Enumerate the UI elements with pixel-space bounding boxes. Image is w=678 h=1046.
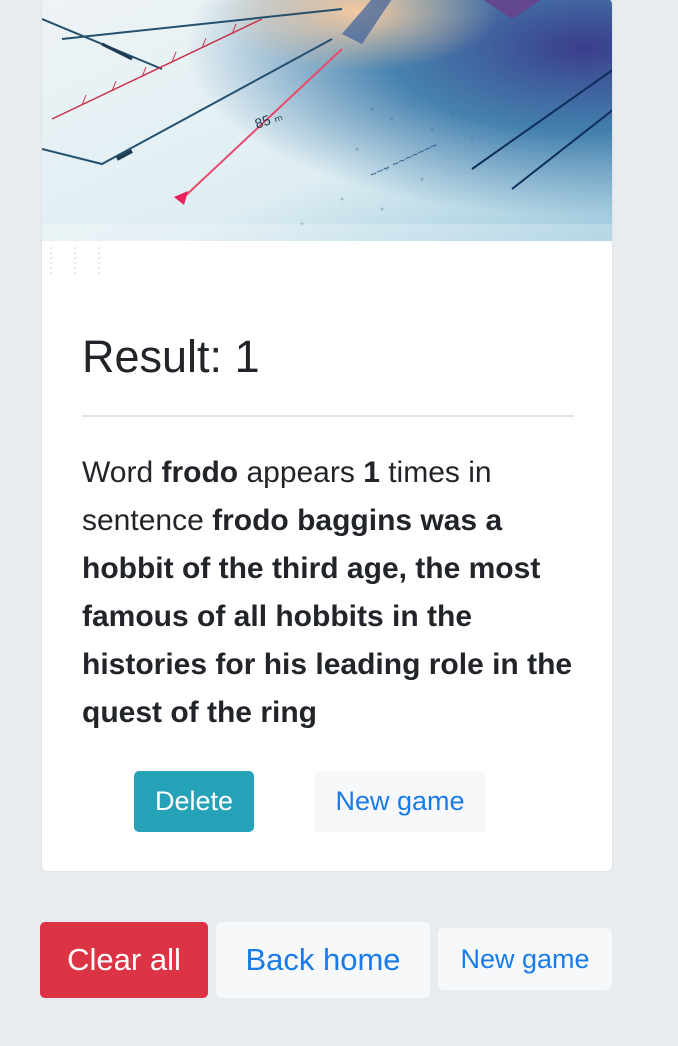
back-home-button[interactable]: Back home (216, 922, 430, 998)
delete-button[interactable]: Delete (134, 771, 254, 832)
result-title: Result: 1 (82, 329, 260, 385)
search-word: frodo (161, 456, 239, 489)
sentence-text: frodo baggins was a hobbit of the third … (82, 504, 573, 729)
card-image: 85 ₘ ~~~ ~~~~~~~ (42, 0, 612, 241)
result-card: 85 ₘ ~~~ ~~~~~~~ Result: 1 Word frodo ap… (41, 0, 613, 872)
appears-label: appears (238, 456, 364, 489)
result-description: Word frodo appears 1 times in sentence f… (82, 449, 582, 737)
clear-all-button[interactable]: Clear all (40, 922, 208, 998)
carousel-indicators (50, 247, 100, 275)
occurrence-count: 1 (363, 456, 380, 489)
word-label: Word (82, 456, 162, 489)
card-new-game-button[interactable]: New game (314, 771, 486, 832)
result-value: 1 (234, 331, 260, 382)
new-game-button[interactable]: New game (438, 928, 612, 990)
result-title-prefix: Result: (82, 331, 235, 382)
divider (82, 415, 574, 417)
